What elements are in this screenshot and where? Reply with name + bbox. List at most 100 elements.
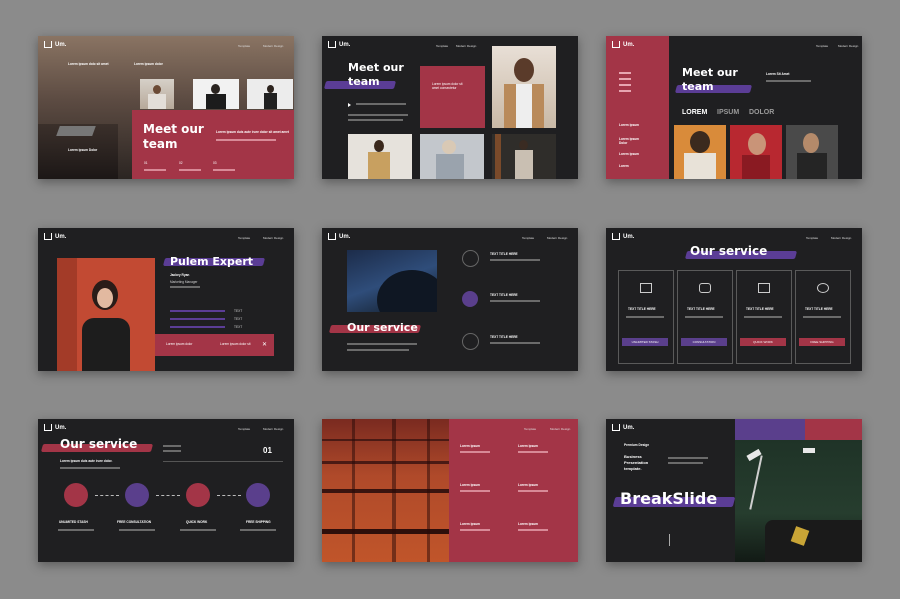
text-line [619,90,631,92]
auditorium-photo [322,419,449,562]
divider [163,461,283,462]
team-photo-1 [140,79,174,109]
nav-item[interactable]: Template [238,236,250,240]
slide-2[interactable]: Um. Template Modern Design Meet our team… [322,36,578,179]
team-photo [730,125,782,179]
text-line [685,316,723,318]
card-title: TEXT TITLE HERE [628,307,656,311]
brand-logo: Um. [328,41,350,48]
item-text: Lorem ipsum [460,444,481,448]
text-line [347,349,409,351]
service-button[interactable]: QUICK WORK [740,338,786,346]
slide-1[interactable]: Um. Template Modern Design Lorem ipsum d… [38,36,294,179]
send-icon [246,483,270,507]
nav-item[interactable]: Modern Design [547,236,567,240]
tab-dolor[interactable]: DOLOR [749,109,774,116]
text-line [619,78,631,80]
sidebar-text: Lorem ipsum Dolor [619,137,640,145]
service-title: TEXT TITLE HERE [490,335,518,339]
slide-5[interactable]: Um. Template Modern Design Our service T… [322,228,578,371]
handshake-icon [699,283,711,293]
nav-item[interactable]: Template [238,427,250,431]
purple-block [735,419,805,440]
skill-label: TEXT [234,317,243,321]
nav-item[interactable]: Modern Design [263,427,283,431]
service-button[interactable]: UNLIMITED STASH [622,338,668,346]
nav-item[interactable]: Template [806,236,818,240]
nav-item[interactable]: Modern Design [263,44,283,48]
slide-3[interactable]: Um. Template Modern Design Lorem ipsum L… [606,36,862,179]
service-title: TEXT TITLE HERE [490,293,518,297]
send-icon [817,283,829,293]
person-name: Lorem ipsum Dolor [68,148,98,152]
nav-item[interactable]: Modern Design [838,44,858,48]
nav-item[interactable]: Modern Design [550,427,570,431]
footer-text: Lorem ipsum dolor [166,342,193,346]
nav-item[interactable]: Template [816,44,828,48]
slide-number: 01 [263,446,272,455]
text-line [119,529,155,531]
tools-icon [186,483,210,507]
text-line [460,451,490,453]
step-number: 02 [179,161,183,165]
interior-photo [735,440,862,562]
team-photo-2 [193,79,239,109]
text-line [619,84,631,86]
nav-item[interactable]: Modern Design [831,236,851,240]
skill-label: TEXT [234,309,243,313]
text-line [490,300,540,302]
tab-ipsum[interactable]: IPSUM [717,109,739,116]
step-number: 01 [144,161,148,165]
connector [156,495,180,496]
step-title: FREE SHIPPING [246,520,271,524]
text-line [490,259,540,261]
tab-lorem[interactable]: LOREM [682,109,707,116]
slide-6[interactable]: Um. Template Modern Design Our service T… [606,228,862,371]
step-title: UNLIMITED STASH [59,520,88,524]
text-line [180,529,216,531]
nav-item[interactable]: Template [522,236,534,240]
tagline: Lorem ipsum dolor [134,62,163,66]
slide-subtext: Lorem ipsum duis aute irure dolor. [60,459,113,463]
handshake-icon [125,483,149,507]
slide-9[interactable]: Um. Premium Design Business Presentation… [606,419,862,562]
slide-subtext: Lorem Sit Amet [766,72,790,76]
item-text: Lorem ipsum [460,522,481,526]
play-icon [348,103,351,107]
slide-heading: Meet our team [682,66,738,93]
sidebar-text: Lorem [619,164,629,168]
slide-7[interactable]: Um. Template Modern Design Our service 0… [38,419,294,562]
folder-icon [64,483,88,507]
handshake-icon [462,291,478,307]
service-button[interactable]: CONSULTATION [681,338,727,346]
footer-text: Lorem ipsum dolor sit [220,342,251,346]
item-text: Lorem ipsum [460,483,481,487]
text-line [518,451,548,453]
brand-logo: Um. [44,424,66,431]
portrait-photo [492,46,556,128]
nav-item[interactable]: Template [238,44,250,48]
text-line [518,490,548,492]
team-photo [786,125,838,179]
nav-item[interactable]: Template [436,44,448,48]
nav-item[interactable]: Template [524,427,536,431]
title-line: Presentation [624,460,649,465]
slide-4[interactable]: Um. Template Modern Design Pulem Expert … [38,228,294,371]
text-line [803,316,841,318]
text-line [518,529,548,531]
nav-item[interactable]: Modern Design [263,236,283,240]
text-line [619,72,631,74]
nav-item[interactable]: Modern Design [456,44,476,48]
close-icon[interactable]: ✕ [262,341,267,348]
item-text: Lorem ipsum [518,483,539,487]
presentation-template-preview: { "colors":{"background":"#8b8b8b","slid… [0,0,900,599]
service-title: TEXT TITLE HERE [490,252,518,256]
text-line [213,169,235,171]
text-line [58,529,94,531]
brand-logo: Um. [44,41,66,48]
text-line [626,316,664,318]
skill-bar [170,310,225,312]
service-button[interactable]: FREE SHIPPING [799,338,845,346]
slide-8[interactable]: Template Modern Design Lorem ipsum Lorem… [322,419,578,562]
tagline: Lorem ipsum dolo sit amet [68,62,109,66]
